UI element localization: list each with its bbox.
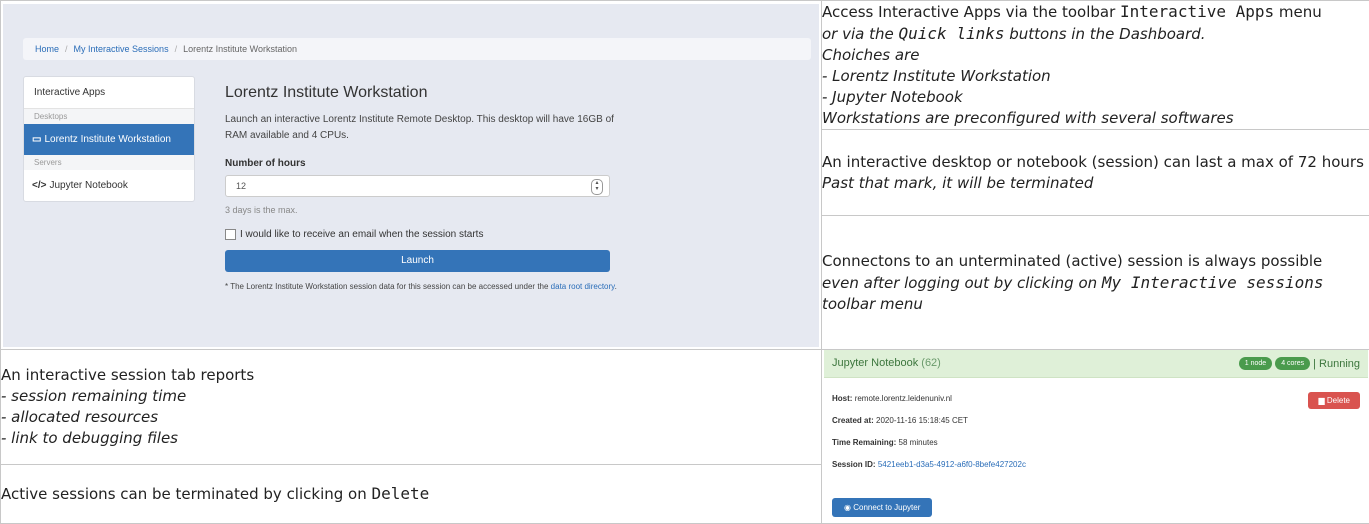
session-card-screenshot: Jupyter Notebook (62) 1 node 4 cores | R… bbox=[824, 350, 1368, 523]
code-delete: Delete bbox=[372, 484, 430, 503]
trash-icon: ▆ bbox=[1318, 396, 1324, 405]
form-description: Launch an interactive Lorentz Institute … bbox=[225, 112, 615, 144]
code-interactive-apps: Interactive Apps bbox=[1120, 2, 1274, 21]
sidebar-category-servers: Servers bbox=[24, 155, 194, 170]
monitor-icon: ▭ bbox=[32, 134, 41, 145]
hours-input[interactable]: 12 ▴▾ bbox=[225, 175, 610, 197]
sidebar-header: Interactive Apps bbox=[24, 77, 194, 109]
nodes-badge: 1 node bbox=[1239, 357, 1272, 370]
session-details: Host: remote.lorentz.leidenuniv.nl Creat… bbox=[832, 388, 1026, 476]
delete-button[interactable]: ▆ Delete bbox=[1308, 392, 1360, 409]
session-tab-cell: An interactive session tab reports - ses… bbox=[1, 350, 822, 465]
host-value: remote.lorentz.leidenuniv.nl bbox=[855, 394, 952, 403]
session-duration-cell: An interactive desktop or notebook (sess… bbox=[822, 130, 1369, 216]
code-icon: </> bbox=[32, 180, 46, 191]
eye-icon: ◉ bbox=[844, 503, 851, 512]
email-label: I would like to receive an email when th… bbox=[240, 229, 483, 240]
sidebar-item-label: Jupyter Notebook bbox=[49, 180, 127, 191]
status-label: Running bbox=[1319, 358, 1360, 370]
code-quick-links: Quick links bbox=[899, 24, 1005, 43]
launch-form: Lorentz Institute Workstation Launch an … bbox=[225, 84, 615, 294]
breadcrumb-home-link[interactable]: Home bbox=[35, 44, 59, 54]
screenshot-cell-apps: Home/My Interactive Sessions/Lorentz Ins… bbox=[1, 1, 822, 350]
session-name: Jupyter Notebook bbox=[832, 357, 918, 369]
session-id-link[interactable]: 5421eeb1-d3a5-4912-a6f0-8befe427202c bbox=[878, 460, 1026, 469]
breadcrumb-current: Lorentz Institute Workstation bbox=[183, 44, 297, 54]
sidebar-item-workstation[interactable]: ▭ Lorentz Institute Workstation bbox=[24, 124, 194, 155]
delete-session-cell: Active sessions can be terminated by cli… bbox=[1, 464, 822, 523]
created-value: 2020-11-16 15:18:45 CET bbox=[876, 416, 968, 425]
email-checkbox-row[interactable]: I would like to receive an email when th… bbox=[225, 229, 615, 240]
cores-badge: 4 cores bbox=[1275, 357, 1310, 370]
document-table: Home/My Interactive Sessions/Lorentz Ins… bbox=[0, 0, 1369, 524]
data-root-link[interactable]: data root directory bbox=[551, 282, 615, 291]
connect-jupyter-button[interactable]: ◉ Connect to Jupyter bbox=[832, 498, 932, 517]
screenshot-cell-session: Jupyter Notebook (62) 1 node 4 cores | R… bbox=[822, 350, 1369, 524]
email-checkbox[interactable] bbox=[225, 229, 236, 240]
hours-label: Number of hours bbox=[225, 158, 615, 169]
time-remaining-value: 58 minutes bbox=[899, 438, 938, 447]
form-title: Lorentz Institute Workstation bbox=[225, 84, 615, 102]
spinner-icon[interactable]: ▴▾ bbox=[591, 179, 603, 195]
hours-value: 12 bbox=[236, 181, 246, 191]
code-my-sessions: My Interactive sessions bbox=[1102, 273, 1324, 292]
access-apps-cell: Access Interactive Apps via the toolbar … bbox=[822, 1, 1369, 130]
sidebar-item-label: Lorentz Institute Workstation bbox=[44, 134, 171, 145]
breadcrumb: Home/My Interactive Sessions/Lorentz Ins… bbox=[23, 38, 811, 60]
sidebar-item-jupyter[interactable]: </> Jupyter Notebook bbox=[24, 170, 194, 201]
data-root-note: * The Lorentz Institute Workstation sess… bbox=[225, 280, 635, 294]
breadcrumb-sessions-link[interactable]: My Interactive Sessions bbox=[74, 44, 169, 54]
interactive-apps-screenshot: Home/My Interactive Sessions/Lorentz Ins… bbox=[3, 4, 819, 347]
session-count: (62) bbox=[921, 357, 941, 369]
sidebar-category-desktops: Desktops bbox=[24, 109, 194, 124]
session-card-header: Jupyter Notebook (62) 1 node 4 cores | R… bbox=[824, 350, 1368, 378]
reconnect-cell: Connectons to an unterminated (active) s… bbox=[822, 216, 1369, 350]
hours-help: 3 days is the max. bbox=[225, 205, 615, 215]
launch-button[interactable]: Launch bbox=[225, 250, 610, 272]
apps-sidebar: Interactive Apps Desktops ▭ Lorentz Inst… bbox=[23, 76, 195, 202]
